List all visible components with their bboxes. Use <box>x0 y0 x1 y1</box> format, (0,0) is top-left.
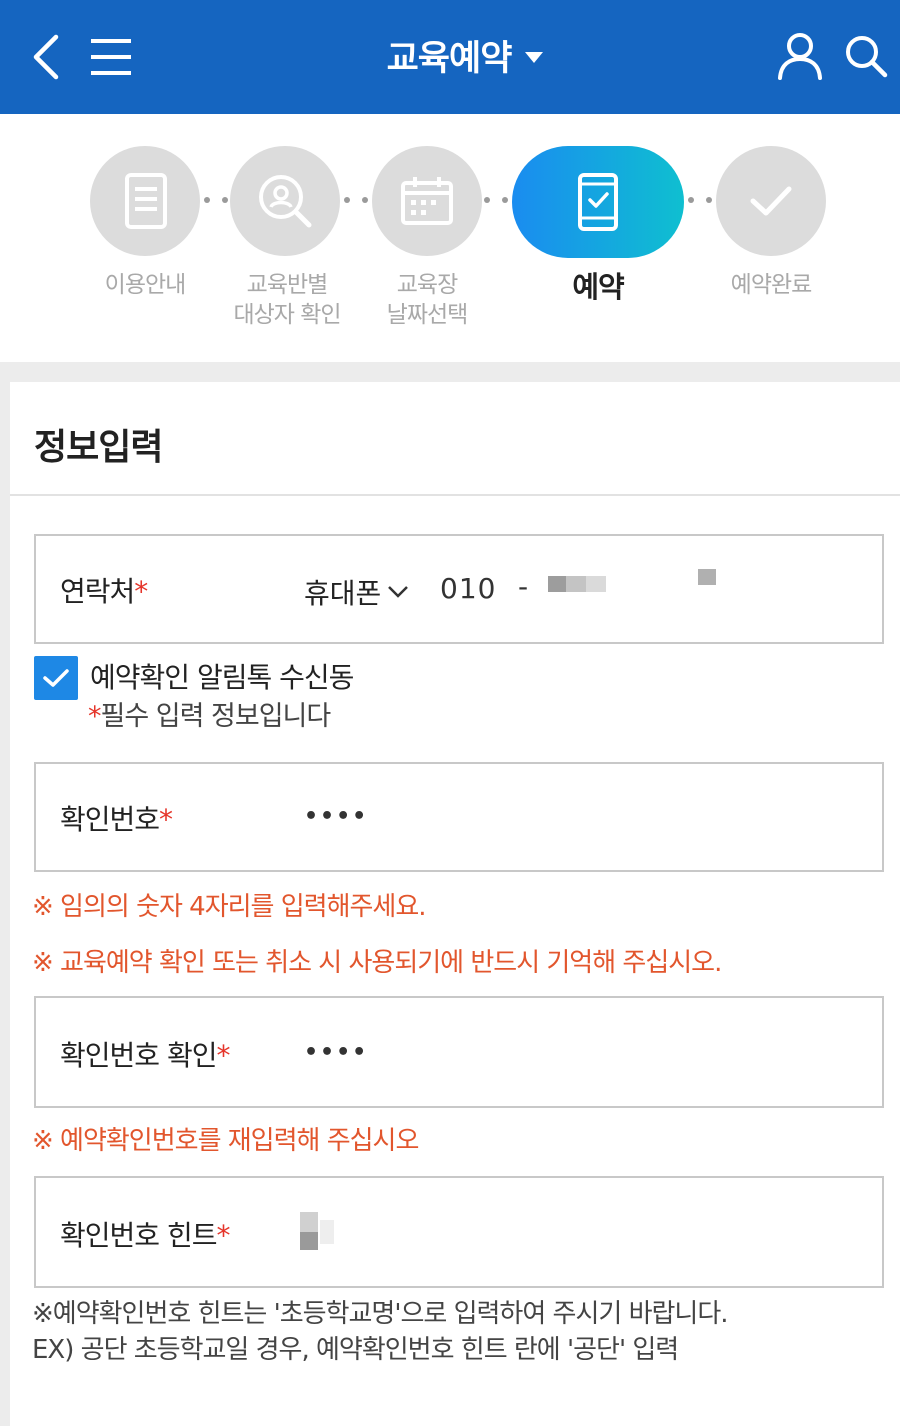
back-button[interactable] <box>22 30 68 84</box>
step-5-circle <box>716 146 826 256</box>
phone-prefix-select[interactable]: 010 <box>440 572 496 605</box>
top-app-bar: 교육예약 <box>0 0 900 114</box>
step-3-label: 교육장 날짜선택 <box>386 272 469 328</box>
chevron-down-icon <box>388 586 409 598</box>
page-title-dropdown[interactable]: 교육예약 <box>360 28 570 82</box>
step-1-circle <box>90 146 200 256</box>
step-2-label: 교육반별 대상자 확인 <box>233 272 341 328</box>
phone-number-input[interactable] <box>548 569 748 596</box>
step-4-label: 예약 <box>572 270 624 304</box>
required-info-note: *필수 입력 정보입니다 <box>88 701 331 732</box>
progress-steps: 이용안내 교육반별 대상자 확인 교육장 날짜선택 예약 예약완료 <box>0 114 900 362</box>
warning-text-1: ※ 임의의 숫자 4자리를 입력해주세요. <box>32 892 427 922</box>
confirm-number-input[interactable]: •••• <box>304 804 368 829</box>
consent-checkbox[interactable] <box>34 656 78 700</box>
consent-label: 예약확인 알림톡 수신동 <box>90 661 354 694</box>
step-connector <box>484 196 508 204</box>
step-1-label: 이용안내 <box>104 272 187 298</box>
chevron-down-icon <box>525 51 544 63</box>
contact-label: 연락처* <box>60 575 148 608</box>
step-connector <box>688 196 712 204</box>
info-input-card: 정보입력 연락처* 휴대폰 010 - 예약확인 알림톡 수신동 *필수 입력 … <box>10 382 900 1426</box>
tablet-check-icon <box>578 173 618 231</box>
confirm-number-repeat-input[interactable]: •••• <box>304 1040 368 1065</box>
search-button[interactable] <box>838 28 894 84</box>
divider <box>10 494 900 496</box>
hint-note-line-2: EX) 공단 초등학교일 경우, 예약확인번호 힌트 란에 '공단' 입력 <box>32 1335 679 1365</box>
user-button[interactable] <box>772 28 828 84</box>
calendar-icon <box>401 177 453 225</box>
hint-field: 확인번호 힌트* <box>34 1176 884 1288</box>
contact-field: 연락처* 휴대폰 010 - <box>34 534 884 644</box>
back-arrow-icon <box>33 34 59 80</box>
step-connector <box>344 196 368 204</box>
phone-type-select[interactable]: 휴대폰 <box>304 572 409 612</box>
person-search-icon <box>259 175 312 228</box>
page-title: 교육예약 <box>386 38 513 79</box>
confirm-number-repeat-field: 확인번호 확인* •••• <box>34 996 884 1108</box>
user-icon <box>778 33 822 80</box>
step-2-circle <box>230 146 340 256</box>
step-connector <box>204 196 228 204</box>
checkmark-icon <box>43 669 69 687</box>
phone-separator: - <box>518 570 529 603</box>
step-5-label: 예약완료 <box>730 272 813 298</box>
hint-label: 확인번호 힌트* <box>60 1219 230 1252</box>
step-3-circle <box>372 146 482 256</box>
document-icon <box>125 173 167 229</box>
hint-input[interactable] <box>300 1212 340 1252</box>
confirm-number-label: 확인번호* <box>60 803 173 836</box>
confirm-number-field: 확인번호* •••• <box>34 762 884 872</box>
hamburger-menu-icon <box>91 39 131 75</box>
warning-text-3: ※ 예약확인번호를 재입력해 주십시오 <box>32 1126 419 1156</box>
confirm-number-repeat-label: 확인번호 확인* <box>60 1039 230 1072</box>
step-4-circle-active <box>512 146 684 258</box>
section-title: 정보입력 <box>34 427 163 468</box>
checkmark-icon <box>750 186 792 216</box>
warning-text-2: ※ 교육예약 확인 또는 취소 시 사용되기에 반드시 기억해 주십시오. <box>32 948 722 978</box>
menu-button[interactable] <box>84 30 138 84</box>
hint-note-line-1: ※예약확인번호 힌트는 '초등학교명'으로 입력하여 주시기 바랍니다. <box>32 1299 729 1329</box>
search-icon <box>846 36 888 78</box>
